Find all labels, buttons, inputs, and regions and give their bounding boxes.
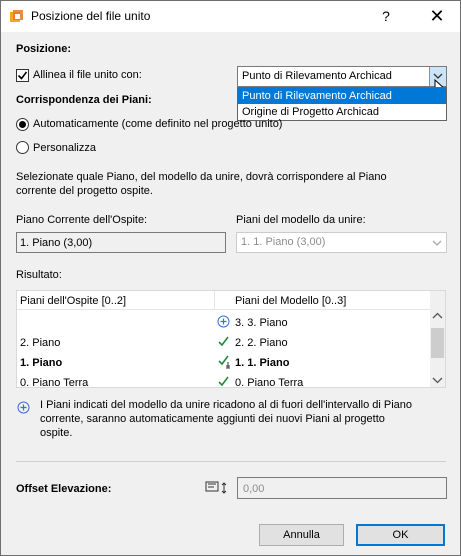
title-bar: Posizione del file unito ? ✕ [1,1,460,32]
column-header-host: Piani dell'Ospite [0..2] [20,295,127,307]
scroll-down-icon[interactable] [432,375,443,387]
add-icon [217,315,230,331]
dropdown-option-survey-point[interactable]: Punto di Rilevamento Archicad [238,88,446,104]
ok-button[interactable]: OK [356,524,445,546]
align-checkbox[interactable] [16,69,29,82]
result-table: Piani dell'Ospite [0..2] Piani del Model… [16,290,446,388]
posizione-heading: Posizione: [16,43,72,55]
scroll-up-icon[interactable] [432,311,443,323]
offset-field: 0,00 [237,477,447,499]
row-model: 3. 3. Piano [235,317,288,329]
offset-value: 0,00 [243,483,265,495]
align-dropdown-list: Punto di Rilevamento Archicad Origine di… [237,87,447,121]
model-floor-value: 1. 1. Piano (3,00) [241,236,326,248]
risultato-heading: Risultato: [16,269,62,281]
dialog-window: Posizione del file unito ? ✕ Posizione: … [0,0,461,556]
description-line-1: Selezionate quale Piano, del modello da … [16,171,387,183]
note-line-3: ospite. [40,427,73,439]
elevation-icon [204,479,230,500]
help-button[interactable]: ? [377,7,395,25]
host-floor-field: 1. Piano (3,00) [16,232,226,253]
chevron-down-icon [429,233,446,252]
row-model: 1. 1. Piano [235,357,290,369]
note-line-1: I Piani indicati del modello da unire ri… [40,399,413,411]
row-host: 1. Piano [20,357,63,369]
result-scrollbar[interactable] [430,291,445,387]
radio-custom-label: Personalizza [33,142,96,154]
check-icon [217,335,230,351]
info-icon [17,401,30,417]
app-icon [10,10,23,23]
separator [16,461,446,462]
offset-label: Offset Elevazione: [16,483,112,495]
cancel-button[interactable]: Annulla [259,524,344,546]
model-floor-label: Piani del modello da unire: [236,214,366,226]
row-host: 0. Piano Terra [20,377,89,388]
row-host: 2. Piano [20,337,61,349]
description-line-2: corrente del progetto ospite. [16,185,153,197]
align-select[interactable]: Punto di Rilevamento Archicad [237,66,447,87]
host-floor-value: 1. Piano (3,00) [20,237,93,249]
close-button[interactable]: ✕ [425,5,449,27]
align-checkbox-label: Allinea il file unito con: [33,69,142,81]
host-floor-label: Piano Corrente dell'Ospite: [16,214,148,226]
row-model: 0. Piano Terra [235,377,304,388]
check-icon [217,375,230,387]
row-model: 2. 2. Piano [235,337,288,349]
align-select-value: Punto di Rilevamento Archicad [242,70,392,82]
radio-custom[interactable] [16,141,29,154]
header-divider [17,309,431,310]
scroll-thumb[interactable] [431,328,444,358]
model-floor-select: 1. 1. Piano (3,00) [236,232,447,253]
piani-heading: Corrispondenza dei Piani: [16,94,152,106]
note-line-2: corrente, saranno automaticamente aggiun… [40,413,385,425]
window-title: Posizione del file unito [31,9,151,23]
radio-auto-label: Automaticamente (come definito nel proge… [33,118,283,130]
check-anchor-icon [217,354,234,372]
checkmark-icon [17,71,28,80]
column-header-model: Piani del Modello [0..3] [235,295,347,307]
column-divider [214,291,215,309]
radio-auto[interactable] [16,118,29,131]
